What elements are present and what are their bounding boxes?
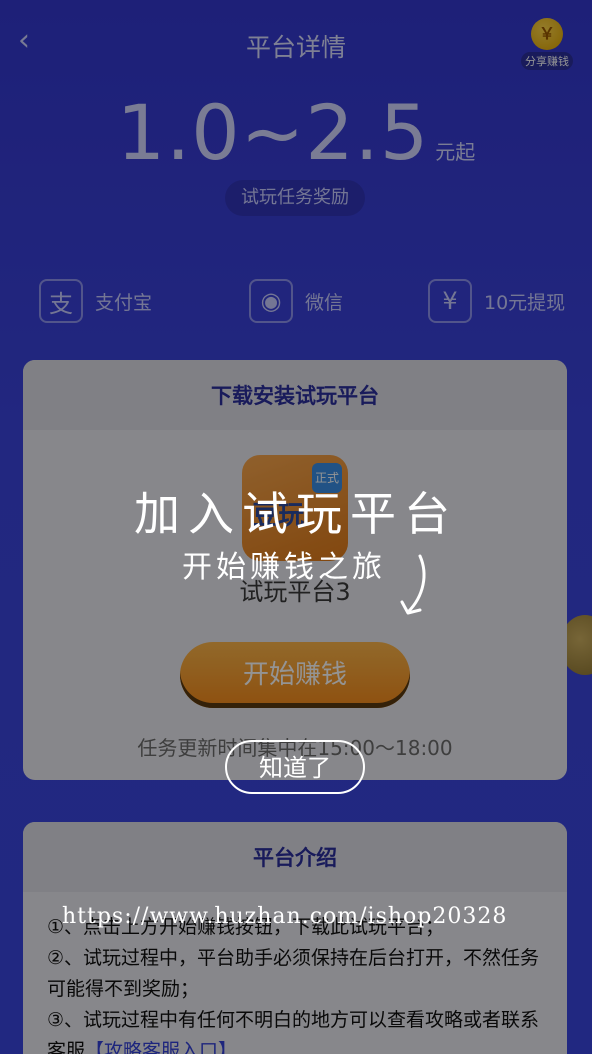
curved-arrow-icon xyxy=(400,554,426,615)
overlay-title: 加入试玩平台 xyxy=(134,487,458,541)
got-it-button[interactable]: 知道了 xyxy=(225,740,365,794)
overlay-subtitle: 开始赚钱之旅 xyxy=(182,550,386,585)
watermark-text: https://www.huzhan.com/ishop20328 xyxy=(62,904,508,929)
